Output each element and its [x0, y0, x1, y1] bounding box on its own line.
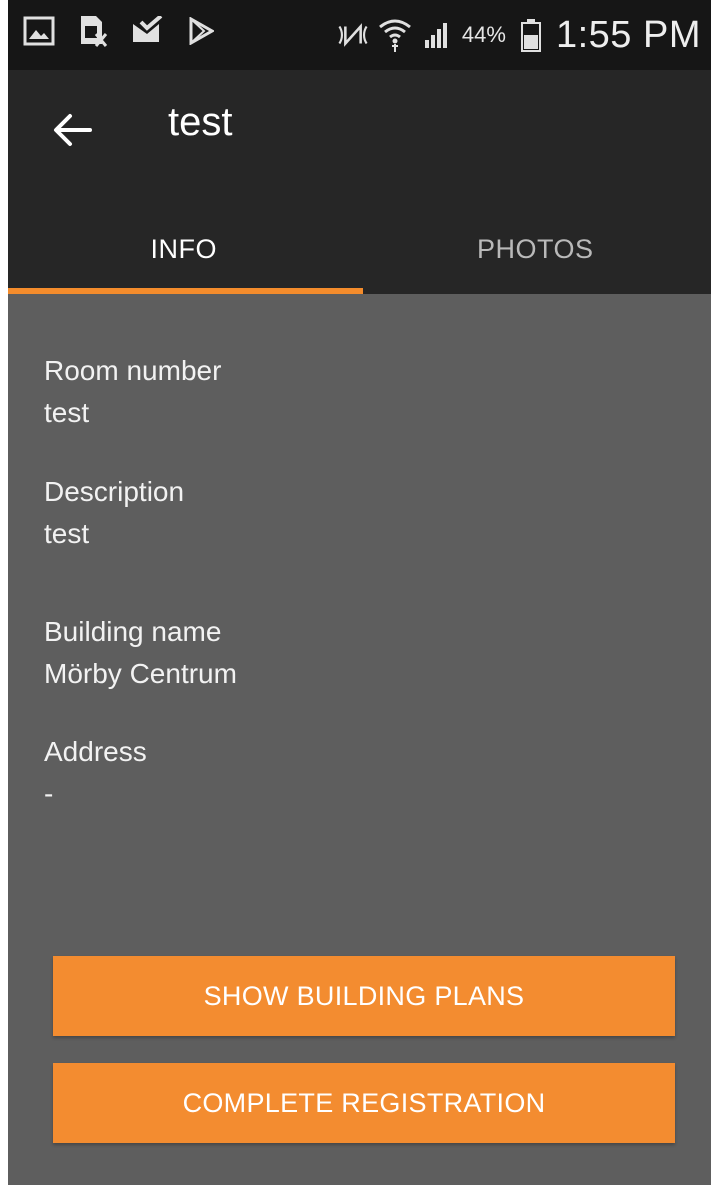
- field-label: Address: [44, 736, 147, 767]
- field-building-name: Building name Mörby Centrum: [44, 611, 237, 695]
- gallery-icon: [22, 14, 56, 48]
- check-mail-icon: [130, 14, 164, 48]
- tab-info[interactable]: INFO: [8, 204, 360, 294]
- arrow-back-icon: [54, 114, 92, 146]
- signal-icon: [420, 18, 454, 52]
- complete-registration-button[interactable]: COMPLETE REGISTRATION: [53, 1063, 675, 1143]
- play-store-icon: [184, 14, 218, 48]
- field-address: Address -: [44, 731, 147, 815]
- back-button[interactable]: [48, 106, 96, 154]
- page-title: test: [168, 100, 233, 144]
- battery-icon: [514, 18, 548, 52]
- field-value: Mörby Centrum: [44, 658, 237, 689]
- status-bar: 44% 1:55 PM: [8, 0, 711, 70]
- field-label: Room number: [44, 355, 222, 386]
- wifi-icon: [378, 18, 412, 52]
- field-value: test: [44, 397, 90, 428]
- tab-photos[interactable]: PHOTOS: [360, 204, 711, 294]
- field-value: test: [44, 518, 90, 549]
- phone-screen: 44% 1:55 PM test INFO PHOTOS Room number…: [8, 0, 711, 1185]
- sim-card-icon: [76, 14, 110, 48]
- field-value: -: [44, 778, 54, 809]
- field-description: Description test: [44, 471, 184, 555]
- battery-percent: 44%: [461, 22, 506, 47]
- field-room-number: Room number test: [44, 350, 221, 434]
- info-panel: Room number test Description test Buildi…: [8, 294, 711, 1185]
- show-building-plans-button[interactable]: SHOW BUILDING PLANS: [53, 956, 675, 1036]
- system-icons: 44% 1:55 PM: [336, 8, 701, 62]
- app-bar: test INFO PHOTOS: [8, 70, 711, 294]
- clock: 1:55 PM: [555, 13, 701, 56]
- field-label: Building name: [44, 616, 222, 647]
- field-label: Description: [44, 476, 185, 507]
- nfc-icon: [336, 18, 370, 52]
- notification-icons: [22, 14, 218, 48]
- tab-bar: INFO PHOTOS: [8, 204, 711, 294]
